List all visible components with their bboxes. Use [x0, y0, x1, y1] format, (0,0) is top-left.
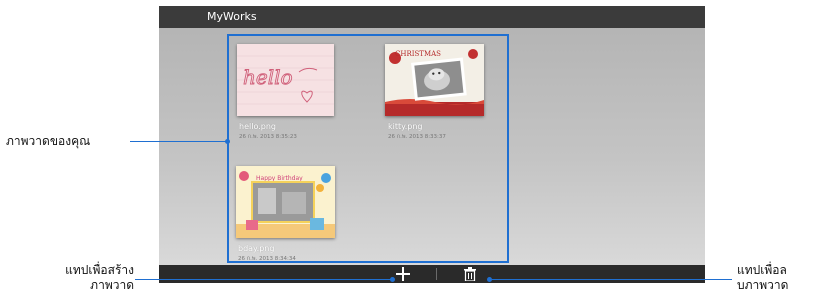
leader-dot-drawings [225, 139, 230, 144]
delete-drawing-button[interactable] [456, 265, 484, 283]
leader-line-drawings [130, 141, 228, 142]
myworks-app-window: MyWorks hello hello.png 26 ก.พ. 2013 8:3… [159, 6, 705, 283]
work-date-bday: 26 ก.พ. 2013 8:34:34 [238, 256, 296, 262]
callout-create-line1: แทปเพื่อสร้าง [65, 263, 134, 277]
callout-create-drawing: แทปเพื่อสร้าง ภาพวาด [30, 263, 134, 293]
work-date-hello: 26 ก.พ. 2013 8:35:23 [239, 134, 297, 140]
app-title-bar: MyWorks [159, 6, 705, 28]
work-filename-bday: bday.png [238, 244, 275, 253]
work-filename-hello: hello.png [239, 122, 276, 131]
callout-create-line2: ภาพวาด [90, 278, 134, 292]
work-thumbnail-hello[interactable]: hello [237, 44, 334, 116]
birthday-frame-icon [251, 181, 315, 223]
christmas-text: CHRISTMAS [395, 50, 441, 58]
work-date-kitty: 26 ก.พ. 2013 8:33:37 [388, 134, 446, 140]
leader-line-create [135, 279, 393, 280]
leader-dot-delete [487, 277, 492, 282]
leader-line-delete [490, 279, 732, 280]
kitten-photo-icon [411, 57, 467, 101]
plus-icon [396, 267, 410, 281]
work-thumbnail-bday[interactable]: Happy Birthday [236, 166, 335, 238]
work-thumbnail-kitty[interactable]: CHRISTMAS [385, 44, 484, 116]
callout-your-drawings: ภาพวาดของคุณ [6, 134, 91, 148]
happy-birthday-text: Happy Birthday [256, 175, 303, 182]
callout-delete-line1: แทปเพื่อล [737, 263, 787, 277]
action-divider [436, 268, 437, 280]
app-title: MyWorks [207, 10, 257, 23]
callout-delete-line2: บภาพวาด [737, 278, 789, 292]
work-filename-kitty: kitty.png [388, 122, 423, 131]
hello-handwriting: hello [243, 65, 293, 89]
bottom-action-bar [159, 265, 705, 283]
callout-delete-drawing: แทปเพื่อล บภาพวาด [737, 263, 788, 293]
trash-icon [464, 267, 476, 282]
leader-dot-create [390, 277, 395, 282]
